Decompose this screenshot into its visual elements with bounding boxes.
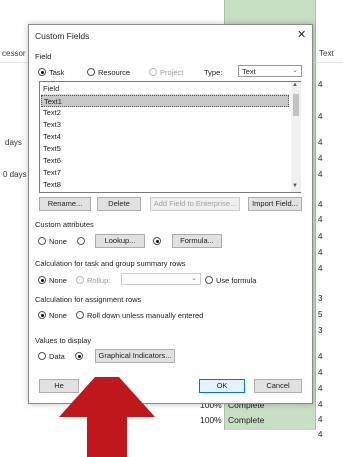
text-cell: 4 [318, 430, 323, 439]
list-item[interactable]: Text2 [41, 107, 289, 119]
type-select-value: Text [242, 67, 256, 76]
type-select[interactable]: Text ⌄ [238, 65, 302, 77]
text-cell: 4 [318, 248, 323, 257]
arrow-shape [59, 377, 155, 457]
cancel-button[interactable]: Cancel [254, 379, 302, 393]
calc-summary-label: Calculation for task and group summary r… [35, 259, 186, 268]
text-cell: 4 [318, 170, 323, 179]
field-list[interactable]: Field Text1 Text2 Text3 Text4 Text5 Text… [39, 81, 301, 193]
text-cell: 4 [318, 352, 323, 361]
text-cell: 4 [318, 264, 323, 273]
list-item[interactable]: Text7 [41, 167, 289, 179]
text-cell: 4 [318, 384, 323, 393]
attributes-none-radio[interactable] [38, 237, 46, 245]
text-cell: 4 [318, 415, 323, 424]
list-item[interactable]: Text3 [41, 119, 289, 131]
close-icon[interactable]: ✕ [297, 28, 306, 41]
custom-fields-dialog: Custom Fields ✕ Field Task Resource Proj… [28, 24, 313, 404]
text-cell: 5 [318, 310, 323, 319]
summary-rollup-label: Rollup: [87, 276, 111, 285]
scroll-down-icon[interactable]: ▼ [292, 183, 298, 189]
type-label: Type: [204, 68, 223, 77]
duration-cell: 0 days [3, 170, 27, 179]
task-radio[interactable] [38, 68, 46, 76]
list-item[interactable]: Text8 [41, 179, 289, 191]
scrollbar-thumb[interactable] [293, 94, 299, 116]
text-cell: 4 [318, 112, 323, 121]
attributes-none-label: None [49, 237, 67, 246]
lookup-button[interactable]: Lookup... [95, 234, 145, 248]
project-radio-label: Project [160, 68, 184, 77]
list-item[interactable]: Text6 [41, 155, 289, 167]
assignment-none-radio[interactable] [38, 311, 46, 319]
text-cell: 3 [318, 294, 323, 303]
delete-button[interactable]: Delete [97, 197, 141, 211]
ok-button[interactable]: OK [199, 379, 245, 393]
list-scrollbar[interactable]: ▲ ▼ [291, 82, 301, 192]
calc-assignment-label: Calculation for assignment rows [35, 295, 142, 304]
list-item[interactable]: Text4 [41, 131, 289, 143]
values-graphical-radio[interactable] [75, 352, 83, 360]
text-cell: 4 [318, 200, 323, 209]
text-cell: 4 [318, 154, 323, 163]
summary-none-label: None [49, 276, 67, 285]
attributes-lookup-radio[interactable] [77, 237, 85, 245]
text-cell: 4 [318, 138, 323, 147]
chevron-down-icon: ⌄ [191, 275, 197, 282]
text-cell: 4 [318, 215, 323, 224]
chevron-down-icon: ⌄ [292, 67, 298, 74]
header-predecessors: cessor [2, 49, 26, 58]
text-cell: 4 [318, 368, 323, 377]
project-radio[interactable] [149, 68, 157, 76]
import-field-button[interactable]: Import Field... [248, 197, 302, 211]
red-arrow-annotation [59, 377, 155, 457]
summary-rollup-radio[interactable] [76, 276, 84, 284]
duration-cell: days [5, 138, 22, 147]
list-item[interactable]: Text5 [41, 143, 289, 155]
text-cell: 4 [318, 400, 323, 409]
text-cell: 4 [318, 232, 323, 241]
list-item[interactable]: Text1 [41, 95, 289, 107]
assignment-none-label: None [49, 311, 67, 320]
percent-complete-cell: 100% [200, 415, 222, 425]
add-field-to-enterprise-button[interactable]: Add Field to Enterprise... [150, 197, 240, 211]
values-data-label: Data [49, 352, 65, 361]
rollup-select[interactable]: ⌄ [121, 273, 201, 285]
rename-button[interactable]: Rename... [39, 197, 91, 211]
resource-radio[interactable] [87, 68, 95, 76]
dialog-title: Custom Fields [35, 31, 90, 41]
scroll-up-icon[interactable]: ▲ [292, 82, 298, 88]
custom-attributes-label: Custom attributes [35, 220, 94, 229]
header-text: Text [319, 49, 334, 58]
summary-none-radio[interactable] [38, 276, 46, 284]
text-cell: 4 [318, 80, 323, 89]
summary-use-formula-radio[interactable] [205, 276, 213, 284]
values-data-radio[interactable] [38, 352, 46, 360]
values-display-label: Values to display [35, 336, 92, 345]
status-cell: Complete [228, 415, 265, 425]
resource-radio-label: Resource [98, 68, 131, 77]
summary-use-formula-label: Use formula [216, 276, 257, 285]
field-group-label: Field [35, 52, 52, 61]
text-cell: 3 [318, 326, 323, 335]
field-list-header: Field [41, 83, 289, 95]
task-radio-label: Task [49, 68, 65, 77]
assignment-rolldown-label: Roll down unless manually entered [87, 311, 204, 320]
attributes-formula-radio[interactable] [153, 237, 161, 245]
assignment-rolldown-radio[interactable] [76, 311, 84, 319]
graphical-indicators-button[interactable]: Graphical Indicators... [95, 349, 175, 363]
formula-button[interactable]: Formula... [172, 234, 222, 248]
